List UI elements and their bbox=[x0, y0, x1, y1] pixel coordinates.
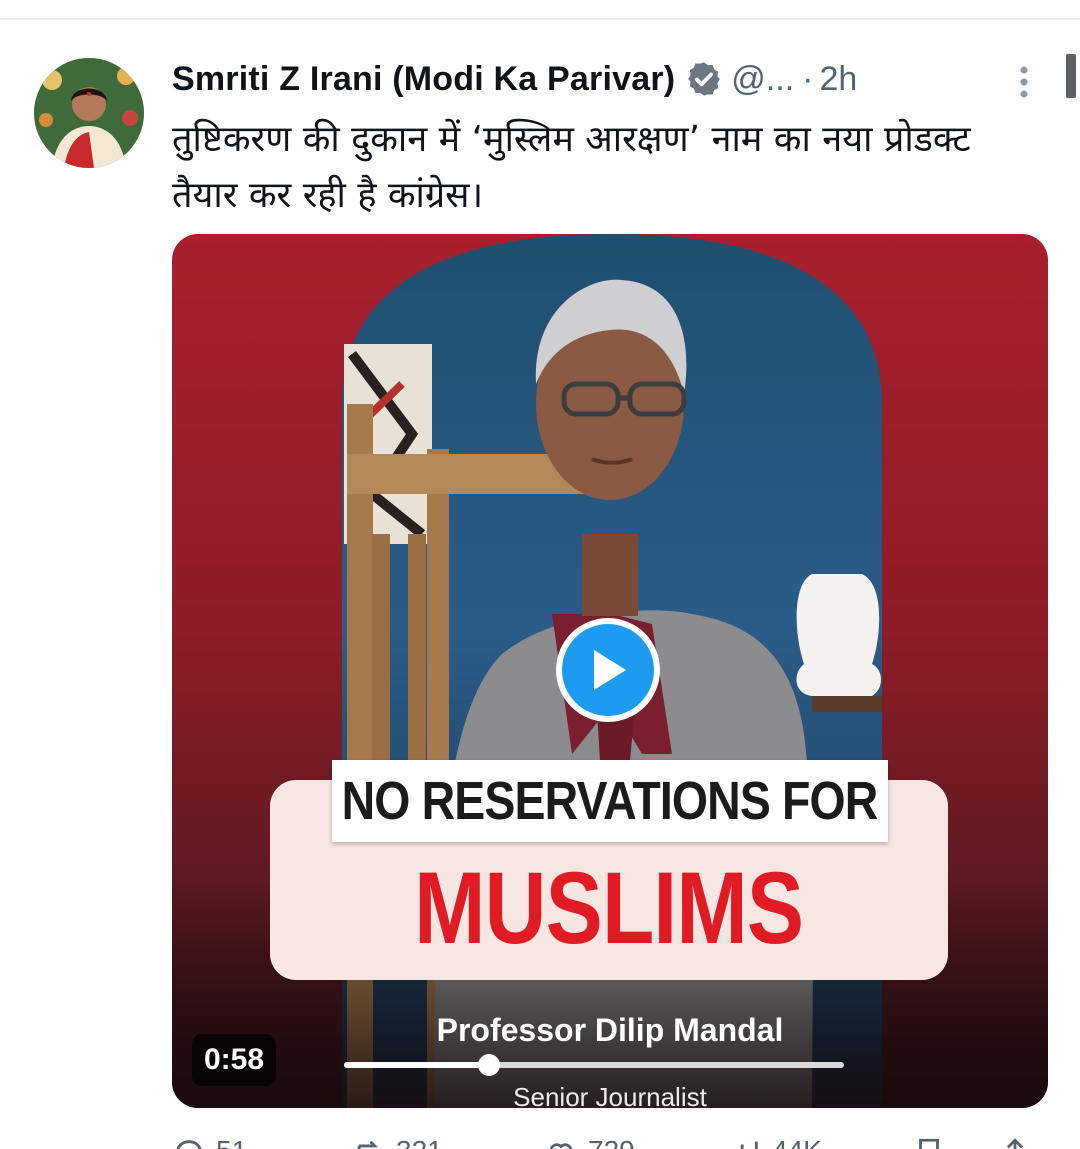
top-divider bbox=[0, 18, 1080, 20]
views-button[interactable]: 44K bbox=[728, 1136, 822, 1149]
retweet-count: 321 bbox=[396, 1136, 443, 1149]
retweet-button[interactable]: 321 bbox=[352, 1136, 443, 1149]
headline-top-text: NO RESERVATIONS FOR bbox=[342, 771, 879, 831]
headline-main-box: MUSLIMS bbox=[270, 844, 948, 972]
tweet-text: तुष्टिकरण की दुकान में ‘मुस्लिम आरक्षण’ … bbox=[172, 119, 971, 216]
views-icon bbox=[740, 1141, 758, 1149]
author-display-name[interactable]: Smriti Z Irani (Modi Ka Parivar) bbox=[172, 60, 675, 99]
like-icon bbox=[549, 1143, 573, 1149]
scrollbar[interactable] bbox=[1066, 54, 1076, 98]
bookmark-icon bbox=[919, 1138, 939, 1149]
person-title: Senior Journalist bbox=[513, 1082, 707, 1108]
separator-dot: · bbox=[802, 59, 814, 98]
bookmark-button[interactable] bbox=[912, 1136, 946, 1149]
share-icon bbox=[1006, 1138, 1024, 1149]
video-progress-knob[interactable] bbox=[478, 1054, 500, 1076]
like-button[interactable]: 729 bbox=[544, 1136, 635, 1149]
headline-top-box: NO RESERVATIONS FOR bbox=[332, 760, 888, 842]
like-count: 729 bbox=[588, 1136, 635, 1149]
avatar[interactable] bbox=[34, 58, 144, 168]
retweet-icon bbox=[357, 1140, 379, 1149]
tweet-time[interactable]: 2h bbox=[819, 60, 857, 99]
reply-icon bbox=[176, 1140, 202, 1149]
play-icon bbox=[594, 650, 626, 690]
views-count: 44K bbox=[772, 1136, 822, 1149]
person-name: Professor Dilip Mandal bbox=[436, 1012, 784, 1048]
tweet-action-bar: 51 321 729 44K bbox=[172, 1128, 1032, 1149]
profile-photo-icon bbox=[34, 58, 144, 168]
video-duration-badge: 0:58 bbox=[192, 1034, 277, 1086]
video-player[interactable]: NO RESERVATIONS FOR MUSLIMS Professor Di… bbox=[172, 234, 1048, 1108]
video-progress-bar[interactable] bbox=[344, 1054, 844, 1076]
more-options-icon[interactable] bbox=[1014, 64, 1034, 100]
author-handle[interactable]: @... bbox=[731, 60, 794, 99]
video-progress-fill bbox=[344, 1062, 489, 1068]
tweet-header: Smriti Z Irani (Modi Ka Parivar) @... · … bbox=[172, 56, 1052, 102]
verified-badge-icon bbox=[688, 62, 721, 96]
reply-button[interactable]: 51 bbox=[172, 1136, 247, 1149]
headline-main-text: MUSLIMS bbox=[414, 850, 804, 965]
reply-count: 51 bbox=[216, 1136, 247, 1149]
share-button[interactable] bbox=[998, 1136, 1032, 1149]
play-button[interactable] bbox=[556, 618, 660, 722]
